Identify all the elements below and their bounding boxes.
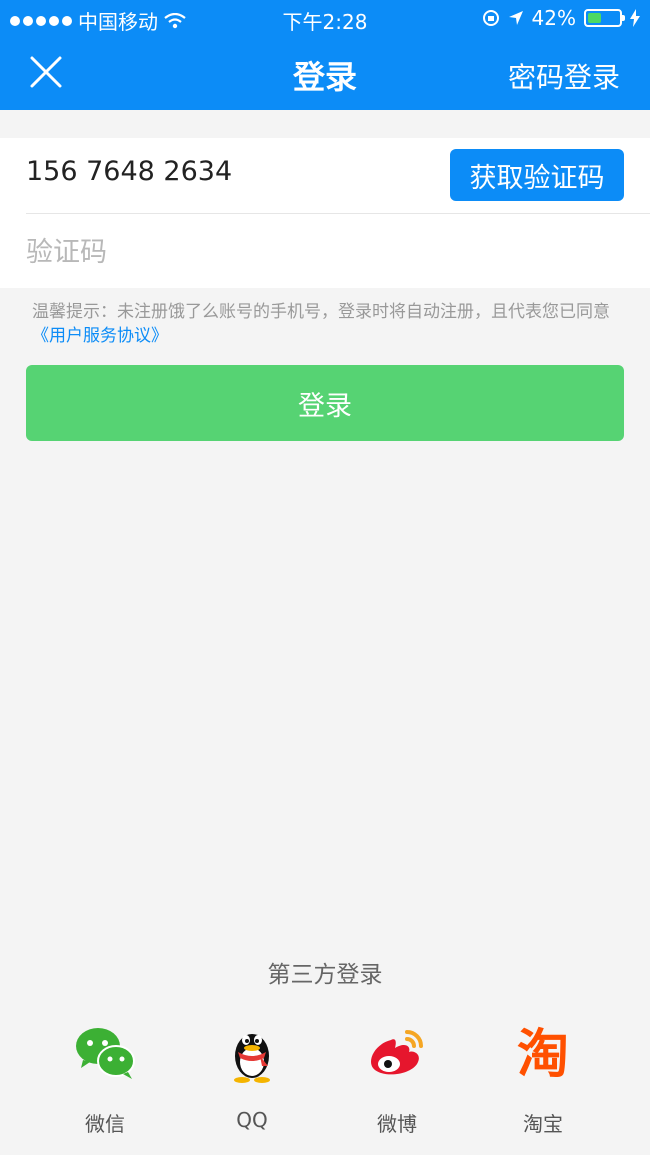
qq-login[interactable]: QQ — [197, 1020, 307, 1132]
verification-code-input[interactable] — [26, 232, 586, 272]
wechat-icon — [76, 1028, 135, 1079]
qq-label: QQ — [236, 1108, 268, 1132]
login-form: 156 7648 2634 获取验证码 — [0, 138, 650, 288]
rotation-lock-icon — [482, 10, 499, 26]
tip-text: 温馨提示：未注册饿了么账号的手机号，登录时将自动注册，且代表您已同意《用户服务协… — [32, 300, 632, 348]
third-party-title: 第三方登录 — [267, 962, 383, 988]
third-party-list: 微信 QQ 微博 淘 淘宝 — [0, 1012, 650, 1136]
user-agreement-link[interactable]: 《用户服务协议》 — [32, 326, 168, 346]
weibo-icon — [371, 1030, 423, 1075]
battery-percent: 42% — [531, 6, 576, 30]
wechat-login[interactable]: 微信 — [50, 1020, 160, 1137]
phone-row: 156 7648 2634 获取验证码 — [0, 138, 650, 213]
svg-text:淘: 淘 — [517, 1025, 569, 1084]
taobao-login[interactable]: 淘 淘宝 — [488, 1020, 598, 1137]
taobao-icon: 淘 — [517, 1025, 569, 1085]
login-button[interactable]: 登录 — [26, 365, 624, 441]
status-right: 42% — [482, 6, 640, 30]
tip-message: 温馨提示：未注册饿了么账号的手机号，登录时将自动注册，且代表您已同意 — [32, 302, 610, 322]
charging-icon — [630, 9, 640, 27]
qq-icon — [234, 1034, 270, 1083]
status-bar: 中国移动 下午2:28 42% — [0, 0, 650, 36]
divider — [26, 213, 650, 214]
phone-field[interactable]: 156 7648 2634 — [26, 156, 232, 187]
wechat-label: 微信 — [85, 1112, 125, 1136]
nav-bar: 登录 密码登录 — [0, 36, 650, 110]
taobao-label: 淘宝 — [523, 1112, 563, 1136]
location-icon — [508, 11, 523, 25]
weibo-login[interactable]: 微博 — [342, 1020, 452, 1137]
get-code-button[interactable]: 获取验证码 — [450, 149, 624, 201]
weibo-label: 微博 — [377, 1112, 417, 1136]
battery-icon — [584, 9, 625, 27]
password-login-link[interactable]: 密码登录 — [508, 56, 620, 96]
header: 中国移动 下午2:28 42% 登录 密码登录 — [0, 0, 650, 110]
